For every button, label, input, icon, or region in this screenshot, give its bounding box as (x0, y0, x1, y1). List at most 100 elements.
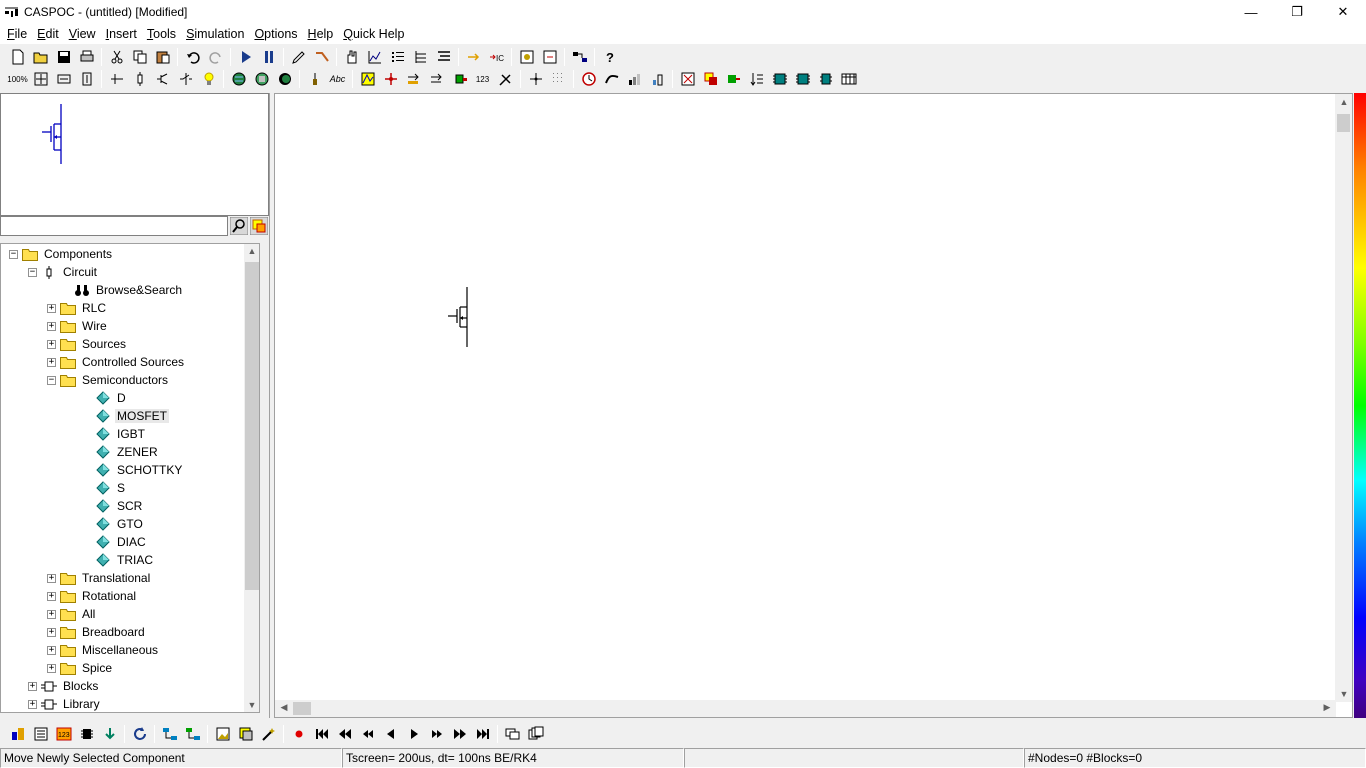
component-search-input[interactable] (0, 216, 228, 236)
tree-item-d[interactable]: D (96, 389, 128, 407)
redo-icon[interactable] (204, 47, 227, 68)
tree-item-breadboard[interactable]: + Breadboard (47, 623, 147, 641)
zoom-100-button[interactable]: 100% (6, 69, 29, 90)
menu-view[interactable]: View (64, 27, 101, 41)
run-simulation-icon[interactable] (234, 47, 257, 68)
tree-item-schottky[interactable]: SCHOTTKY (96, 461, 184, 479)
tree-item-browse-search[interactable]: Browse&Search (74, 281, 184, 299)
magic-wand-icon[interactable] (257, 724, 280, 745)
refresh-icon[interactable] (128, 724, 151, 745)
collapse-icon[interactable]: − (47, 375, 56, 385)
image-stack-icon[interactable] (234, 724, 257, 745)
initial-condition-icon[interactable]: IC (485, 47, 508, 68)
canvas-scroll-up-icon[interactable]: ▲ (1336, 97, 1352, 107)
expand-icon[interactable]: + (47, 339, 56, 349)
lightbulb-icon[interactable] (197, 69, 220, 90)
copy-icon[interactable] (128, 47, 151, 68)
hand-icon[interactable] (340, 47, 363, 68)
tree-scroll-thumb[interactable] (245, 262, 259, 590)
expand-icon[interactable]: + (28, 681, 37, 691)
new-file-icon[interactable] (6, 47, 29, 68)
arrow-right-icon[interactable] (402, 69, 425, 90)
canvas-vscroll-thumb[interactable] (1337, 114, 1350, 132)
chip-block-icon[interactable] (75, 724, 98, 745)
tree-item-triac[interactable]: TRIAC (96, 551, 155, 569)
resistor-icon[interactable] (128, 69, 151, 90)
tree-item-mosfet[interactable]: MOSFET (96, 407, 169, 425)
tree-item-library[interactable]: + Library (28, 695, 102, 712)
tree-item-rlc[interactable]: + RLC (47, 299, 108, 317)
tree-vertical-scrollbar[interactable]: ▲ ▼ (244, 244, 259, 712)
expand-icon[interactable]: + (47, 645, 56, 655)
undo-icon[interactable] (181, 47, 204, 68)
add-node-icon[interactable] (379, 69, 402, 90)
crosshair-icon[interactable] (524, 69, 547, 90)
chip-alt-icon[interactable] (791, 69, 814, 90)
print-icon[interactable] (75, 47, 98, 68)
zoom-fit-icon[interactable] (29, 69, 52, 90)
rewind-start-icon[interactable] (310, 724, 333, 745)
node-icon[interactable] (105, 69, 128, 90)
cut-icon[interactable] (105, 47, 128, 68)
component-library-icon[interactable] (6, 724, 29, 745)
schematic-canvas[interactable]: ▲ ▼ ◀ ▶ (274, 93, 1353, 718)
scroll-down-icon[interactable]: ▼ (244, 700, 259, 710)
component-group-icon[interactable] (699, 69, 722, 90)
tree-item-translational[interactable]: + Translational (47, 569, 152, 587)
level-meter-icon[interactable] (646, 69, 669, 90)
list-icon[interactable] (386, 47, 409, 68)
arrow-connect-icon[interactable] (425, 69, 448, 90)
menu-quick-help[interactable]: Quick Help (338, 27, 409, 41)
expand-icon[interactable]: + (47, 303, 56, 313)
earth-icon[interactable] (273, 69, 296, 90)
transistor-icon[interactable] (151, 69, 174, 90)
step-back-icon[interactable] (379, 724, 402, 745)
menu-edit[interactable]: Edit (32, 27, 64, 41)
tree-item-sources[interactable]: + Sources (47, 335, 128, 353)
menu-options[interactable]: Options (249, 27, 302, 41)
rewind-icon[interactable] (356, 724, 379, 745)
windows-tile-icon[interactable] (524, 724, 547, 745)
tree-item-zener[interactable]: ZENER (96, 443, 160, 461)
expand-icon[interactable]: + (47, 321, 56, 331)
expand-icon[interactable]: + (47, 357, 56, 367)
tree-item-all[interactable]: + All (47, 605, 97, 623)
export-icon[interactable] (538, 47, 561, 68)
collapse-icon[interactable]: − (9, 249, 18, 259)
fit-all-icon[interactable] (676, 69, 699, 90)
canvas-horizontal-scrollbar[interactable]: ◀ ▶ (275, 700, 1336, 717)
menu-tools[interactable]: Tools (142, 27, 181, 41)
tree-item-scr[interactable]: SCR (96, 497, 144, 515)
download-arrow-icon[interactable] (98, 724, 121, 745)
wire-connect-icon[interactable] (462, 47, 485, 68)
forward-icon[interactable] (425, 724, 448, 745)
pause-simulation-icon[interactable] (257, 47, 280, 68)
zoom-horizontal-icon[interactable] (52, 69, 75, 90)
menu-insert[interactable]: Insert (101, 27, 142, 41)
fast-forward-icon[interactable] (448, 724, 471, 745)
menu-help[interactable]: Help (303, 27, 339, 41)
text-label-button[interactable]: Abc (326, 69, 349, 90)
expand-icon[interactable]: + (47, 591, 56, 601)
menu-simulation[interactable]: Simulation (181, 27, 249, 41)
network-edit-icon[interactable] (181, 724, 204, 745)
tree-item-rotational[interactable]: + Rotational (47, 587, 138, 605)
tree-item-igbt[interactable]: IGBT (96, 425, 147, 443)
network-icon[interactable] (568, 47, 591, 68)
graph-icon[interactable] (600, 69, 623, 90)
counter-123-icon[interactable]: 123 (52, 724, 75, 745)
sort-icon[interactable] (745, 69, 768, 90)
expand-icon[interactable]: + (47, 663, 56, 673)
document-icon[interactable] (29, 724, 52, 745)
save-icon[interactable] (52, 47, 75, 68)
tree-item-gto[interactable]: GTO (96, 515, 145, 533)
grid-icon[interactable] (547, 69, 570, 90)
search-options-icon[interactable] (249, 216, 269, 236)
open-folder-icon[interactable] (29, 47, 52, 68)
tree-item-circuit[interactable]: − Circuit (28, 263, 99, 281)
scope-probe-icon[interactable] (356, 69, 379, 90)
menu-file[interactable]: File (2, 27, 32, 41)
chip-icon[interactable] (768, 69, 791, 90)
tree-item-components[interactable]: − Components (9, 245, 114, 263)
network-map-icon[interactable] (158, 724, 181, 745)
